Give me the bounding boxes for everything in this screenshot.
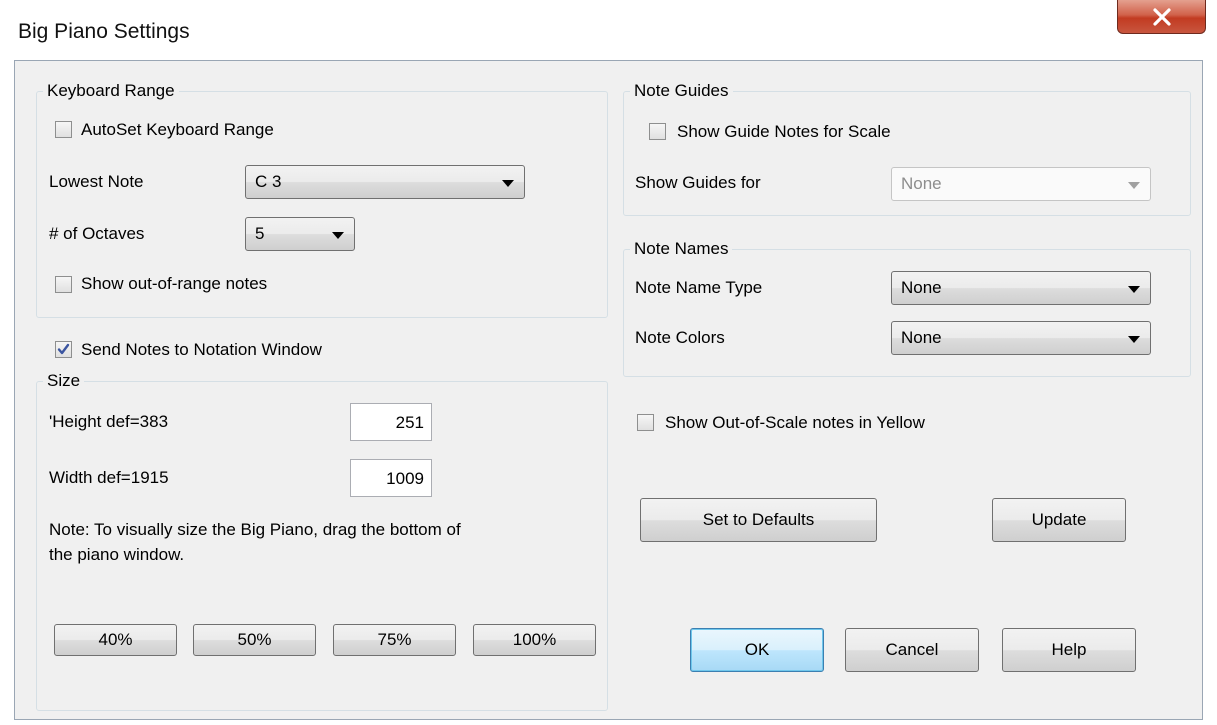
- note-colors-dropdown[interactable]: None: [891, 321, 1151, 355]
- size-note-line-2: the piano window.: [49, 545, 185, 564]
- close-button[interactable]: [1117, 0, 1206, 34]
- send-notes-label[interactable]: Send Notes to Notation Window: [81, 340, 322, 360]
- preset-100-button[interactable]: 100%: [473, 624, 596, 656]
- show-guides-for-label: Show Guides for: [635, 173, 761, 192]
- note-names-group: [623, 249, 1191, 377]
- width-value: 1009: [386, 469, 424, 488]
- note-colors-value: None: [901, 328, 942, 347]
- note-name-type-label: Note Name Type: [635, 278, 763, 297]
- autoset-keyboard-range-label[interactable]: AutoSet Keyboard Range: [81, 120, 274, 140]
- size-note-line-1: Note: To visually size the Big Piano, dr…: [49, 520, 461, 539]
- note-name-type-dropdown[interactable]: None: [891, 271, 1151, 305]
- lowest-note-label: Lowest Note: [49, 172, 144, 191]
- octaves-value: 5: [255, 224, 265, 243]
- width-label: Width def=1915: [49, 468, 169, 487]
- show-guides-for-dropdown[interactable]: None: [891, 167, 1151, 201]
- lowest-note-dropdown[interactable]: C 3: [245, 165, 525, 199]
- size-group-label: Size: [43, 371, 85, 391]
- set-to-defaults-button[interactable]: Set to Defaults: [640, 498, 877, 542]
- keyboard-range-group-label: Keyboard Range: [43, 81, 179, 101]
- chevron-down-icon: [332, 232, 344, 239]
- chevron-down-icon: [1128, 336, 1140, 343]
- height-value: 251: [395, 413, 424, 432]
- height-input[interactable]: 251: [350, 403, 432, 441]
- octaves-label: # of Octaves: [49, 224, 145, 243]
- check-mark-icon: [57, 343, 70, 355]
- preset-75-button[interactable]: 75%: [333, 624, 456, 656]
- note-name-type-value: None: [901, 278, 942, 297]
- chevron-down-icon: [1128, 182, 1140, 189]
- show-out-of-range-checkbox[interactable]: [55, 276, 72, 293]
- ok-button[interactable]: OK: [690, 628, 824, 672]
- show-out-of-range-label[interactable]: Show out-of-range notes: [81, 274, 267, 294]
- show-guide-notes-checkbox[interactable]: [649, 123, 666, 140]
- title-bar: Big Piano Settings: [0, 0, 1217, 60]
- help-button[interactable]: Help: [1002, 628, 1136, 672]
- note-names-group-label: Note Names: [630, 239, 733, 259]
- update-button[interactable]: Update: [992, 498, 1126, 542]
- show-guides-for-value: None: [901, 174, 942, 193]
- height-label: 'Height def=383: [49, 412, 169, 431]
- octaves-dropdown[interactable]: 5: [245, 217, 355, 251]
- width-input[interactable]: 1009: [350, 459, 432, 497]
- show-out-of-scale-label[interactable]: Show Out-of-Scale notes in Yellow: [665, 413, 925, 433]
- dialog-title: Big Piano Settings: [18, 20, 190, 43]
- show-out-of-scale-checkbox[interactable]: [637, 414, 654, 431]
- send-notes-checkbox[interactable]: [55, 341, 72, 358]
- chevron-down-icon: [502, 180, 514, 187]
- note-guides-group-label: Note Guides: [630, 81, 733, 101]
- big-piano-settings-dialog: Big Piano Settings Keyboard Range AutoSe…: [0, 0, 1217, 725]
- note-colors-label: Note Colors: [635, 328, 725, 347]
- dialog-client-area: Keyboard Range AutoSet Keyboard Range Lo…: [14, 60, 1203, 720]
- lowest-note-value: C 3: [255, 172, 282, 191]
- preset-50-button[interactable]: 50%: [193, 624, 316, 656]
- cancel-button[interactable]: Cancel: [845, 628, 979, 672]
- show-guide-notes-label[interactable]: Show Guide Notes for Scale: [677, 122, 891, 142]
- autoset-keyboard-range-checkbox[interactable]: [55, 121, 72, 138]
- preset-40-button[interactable]: 40%: [54, 624, 177, 656]
- chevron-down-icon: [1128, 286, 1140, 293]
